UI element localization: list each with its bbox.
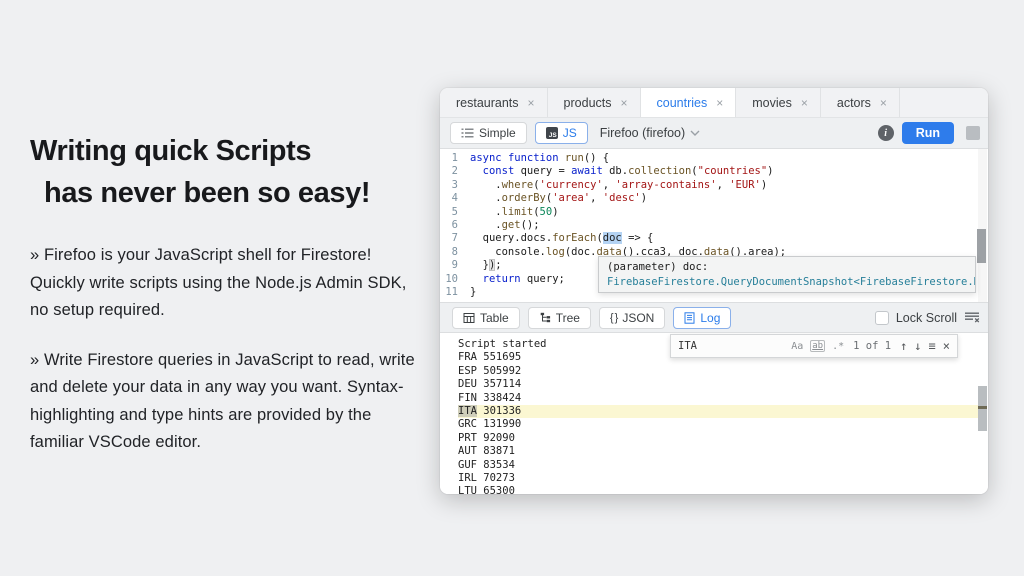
log-row: ITA 301336 (458, 405, 978, 418)
match-marker (978, 406, 987, 409)
chevron-down-icon (690, 130, 700, 136)
results-panel-bar: Table Tree { } JSON Log Lock Scroll (440, 302, 988, 333)
previous-match-icon[interactable]: ↑ (900, 339, 907, 353)
tab-close-icon[interactable]: × (880, 96, 887, 110)
log-scrollbar-thumb[interactable] (978, 386, 987, 431)
log-row: IRL 70273 (458, 472, 988, 485)
js-mode-button[interactable]: JS JS (535, 122, 588, 144)
hero-paragraph-2: » Write Firestore queries in JavaScript … (30, 347, 422, 457)
tab-label: movies (752, 96, 792, 110)
regex-icon[interactable]: .* (832, 341, 844, 352)
query-toolbar: Simple JS JS Firefoo (firefoo) i Run (440, 118, 988, 149)
log-output[interactable]: Script startedFRA 551695ESP 505992DEU 35… (440, 333, 988, 494)
list-icon (461, 128, 474, 138)
code-line: 3 .where('currency', 'array-contains', '… (440, 179, 988, 192)
tab-close-icon[interactable]: × (528, 96, 535, 110)
log-row: DEU 357114 (458, 378, 988, 391)
log-row: FIN 338424 (458, 392, 988, 405)
find-widget: ITA Aa ab .* 1 of 1 ↑ ↓ ≡ × (670, 334, 958, 358)
app-window: restaurants×products×countries×movies×ac… (440, 88, 988, 494)
hero-section: Writing quick Scriptshas never been so e… (30, 130, 422, 457)
lock-scroll-control: Lock Scroll (875, 311, 980, 325)
log-row: GUF 83534 (458, 459, 988, 472)
panel-tab-table[interactable]: Table (452, 307, 520, 329)
match-count: 1 of 1 (853, 340, 891, 352)
type-hint-tooltip: (parameter) doc: FirebaseFirestore.Query… (598, 256, 976, 293)
tab-close-icon[interactable]: × (716, 96, 723, 110)
hero-paragraph-1: » Firefoo is your JavaScript shell for F… (30, 242, 422, 325)
panel-tab-label: JSON (622, 311, 654, 325)
log-row: PRT 92090 (458, 432, 988, 445)
tab-close-icon[interactable]: × (621, 96, 628, 110)
code-line: 6 .get(); (440, 219, 988, 232)
find-input[interactable]: ITA (678, 340, 784, 352)
run-button[interactable]: Run (902, 122, 954, 144)
log-row: GRC 131990 (458, 418, 988, 431)
tab-bar: restaurants×products×countries×movies×ac… (440, 88, 988, 118)
line-number: 9 (440, 259, 470, 272)
stop-button (966, 126, 980, 140)
code-line: 4 .orderBy('area', 'desc') (440, 192, 988, 205)
project-selector-label: Firefoo (firefoo) (600, 126, 685, 140)
panel-tab-log[interactable]: Log (673, 307, 731, 329)
close-find-icon[interactable]: × (943, 339, 950, 353)
match-case-icon[interactable]: Aa (791, 341, 803, 352)
panel-tab-label: Table (480, 311, 509, 325)
log-row: AUT 83871 (458, 445, 988, 458)
line-number: 2 (440, 165, 470, 178)
code-line: 7 query.docs.forEach(doc => { (440, 232, 988, 245)
search-match: ITA (458, 405, 477, 417)
tab-label: actors (837, 96, 871, 110)
line-number: 7 (440, 232, 470, 245)
tab-products[interactable]: products × (548, 88, 641, 117)
line-number: 6 (440, 219, 470, 232)
panel-tab-json[interactable]: { } JSON (599, 307, 665, 329)
log-icon (684, 312, 695, 324)
tab-restaurants[interactable]: restaurants × (440, 88, 548, 117)
tab-label: restaurants (456, 96, 519, 110)
editor-scrollbar[interactable] (978, 149, 987, 302)
line-number: 10 (440, 273, 470, 286)
js-logo-icon: JS (546, 127, 558, 139)
js-mode-label: JS (563, 126, 577, 140)
log-row: LTU 65300 (458, 485, 988, 494)
tab-label: products (564, 96, 612, 110)
lock-scroll-checkbox[interactable] (875, 311, 889, 325)
project-selector[interactable]: Firefoo (firefoo) (600, 126, 700, 140)
lock-scroll-label: Lock Scroll (896, 311, 957, 325)
line-number: 5 (440, 206, 470, 219)
tooltip-line-2: FirebaseFirestore.QueryDocumentSnapshot<… (607, 275, 967, 290)
whole-word-icon[interactable]: ab (810, 340, 825, 352)
code-line: 1async function run() { (440, 152, 988, 165)
simple-mode-label: Simple (479, 126, 516, 140)
clear-log-icon[interactable] (964, 311, 980, 324)
tab-label: countries (657, 96, 708, 110)
tab-countries[interactable]: countries × (641, 88, 737, 117)
braces-icon: { } (610, 312, 617, 324)
next-match-icon[interactable]: ↓ (914, 339, 921, 353)
tree-icon (539, 312, 551, 324)
panel-tab-label: Log (700, 311, 720, 325)
page-title: Writing quick Scriptshas never been so e… (30, 130, 422, 214)
simple-mode-button[interactable]: Simple (450, 122, 527, 144)
tab-actors[interactable]: actors × (821, 88, 900, 117)
log-row: ESP 505992 (458, 365, 988, 378)
line-number: 1 (440, 152, 470, 165)
panel-tab-tree[interactable]: Tree (528, 307, 591, 329)
code-line: 2 const query = await db.collection("cou… (440, 165, 988, 178)
line-number: 4 (440, 192, 470, 205)
code-editor[interactable]: 1async function run() {2 const query = a… (440, 149, 988, 302)
line-number: 11 (440, 286, 470, 299)
line-number: 3 (440, 179, 470, 192)
tab-close-icon[interactable]: × (801, 96, 808, 110)
find-in-selection-icon[interactable]: ≡ (929, 339, 936, 353)
line-number: 8 (440, 246, 470, 259)
editor-scrollbar-thumb[interactable] (977, 229, 986, 263)
table-icon (463, 312, 475, 324)
tooltip-line-1: (parameter) doc: (607, 260, 967, 275)
panel-tab-label: Tree (556, 311, 580, 325)
info-icon[interactable]: i (878, 125, 894, 141)
tab-movies[interactable]: movies × (736, 88, 821, 117)
code-line: 5 .limit(50) (440, 206, 988, 219)
